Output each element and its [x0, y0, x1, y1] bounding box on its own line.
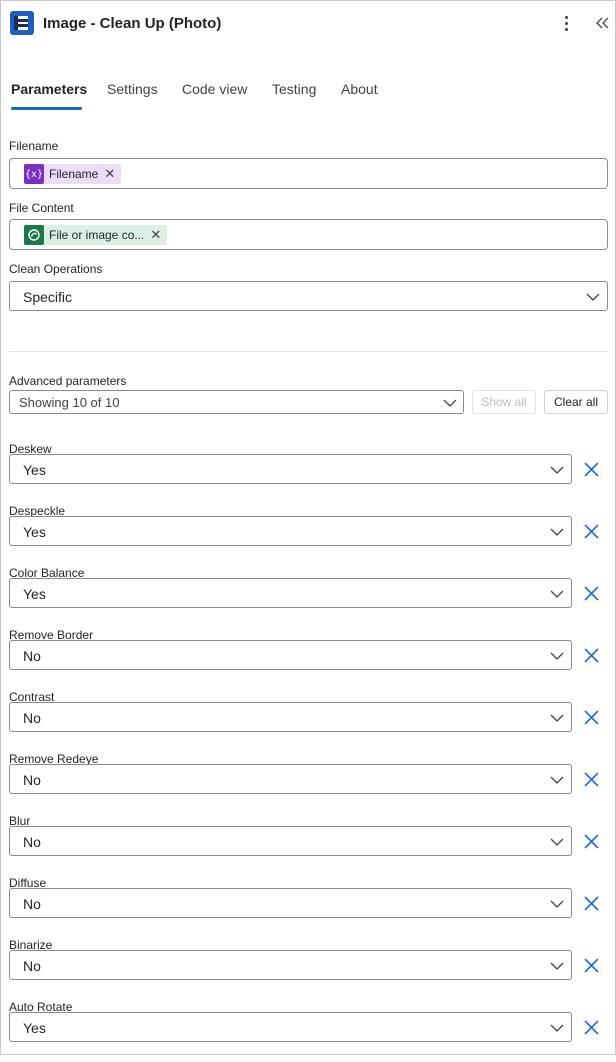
remove-parameter-icon[interactable] [583, 709, 600, 726]
show-all-button[interactable]: Show all [472, 390, 536, 414]
panel-header: Image - Clean Up (Photo) [1, 1, 615, 47]
tab-bar: Parameters Settings Code view Testing Ab… [11, 81, 607, 115]
parameter-row: Binarize No [1, 938, 615, 1000]
parameter-dropdown[interactable]: No [9, 764, 572, 794]
active-tab-indicator [11, 107, 82, 110]
parameter-row: Diffuse No [1, 876, 615, 938]
chevron-down-icon [550, 776, 564, 784]
parameter-row: Remove Border No [1, 628, 615, 690]
parameter-dropdown[interactable]: Yes [9, 454, 572, 484]
filename-label: Filename [9, 139, 59, 153]
parameter-dropdown[interactable]: No [9, 950, 572, 980]
filename-token[interactable]: {x} Filename ✕ [24, 164, 122, 184]
remove-parameter-icon[interactable] [583, 1019, 600, 1036]
tab-settings[interactable]: Settings [107, 81, 158, 97]
close-icon[interactable]: ✕ [150, 227, 167, 243]
remove-parameter-icon[interactable] [583, 771, 600, 788]
clean-operations-dropdown[interactable]: Specific [9, 281, 608, 311]
parameter-dropdown[interactable]: No [9, 702, 572, 732]
remove-parameter-icon[interactable] [583, 895, 600, 912]
close-icon[interactable]: ✕ [104, 166, 121, 182]
parameter-dropdown[interactable]: Yes [9, 578, 572, 608]
clear-all-button[interactable]: Clear all [544, 390, 608, 414]
remove-parameter-icon[interactable] [583, 523, 600, 540]
file-content-label: File Content [9, 201, 74, 215]
parameter-dropdown[interactable]: No [9, 888, 572, 918]
encodian-logo-icon [10, 11, 34, 35]
clean-operations-label: Clean Operations [9, 262, 103, 276]
parameter-row: Color Balance Yes [1, 566, 615, 628]
chevron-down-icon [586, 293, 600, 301]
panel-title: Image - Clean Up (Photo) [43, 15, 222, 32]
chevron-down-icon [550, 838, 564, 846]
parameter-value: Yes [23, 524, 46, 540]
chevron-down-icon [550, 652, 564, 660]
parameter-value: No [23, 896, 41, 912]
action-panel: Image - Clean Up (Photo) Parameters Sett… [0, 0, 616, 1055]
advanced-parameters-label: Advanced parameters [9, 374, 127, 388]
parameter-value: No [23, 648, 41, 664]
file-content-field[interactable]: File or image co... ✕ [9, 219, 608, 250]
tab-testing[interactable]: Testing [272, 81, 316, 97]
chevron-down-icon [550, 714, 564, 722]
remove-parameter-icon[interactable] [583, 833, 600, 850]
parameter-row: Auto Rotate Yes [1, 1000, 615, 1062]
chevron-down-icon [550, 1024, 564, 1032]
parameter-row: Deskew Yes [1, 442, 615, 504]
double-chevron-left-icon[interactable] [593, 12, 613, 34]
parameter-dropdown[interactable]: No [9, 826, 572, 856]
section-divider [9, 351, 608, 352]
tab-code-view[interactable]: Code view [182, 81, 247, 97]
file-content-token[interactable]: File or image co... ✕ [24, 225, 168, 245]
sharepoint-connector-icon [24, 225, 44, 245]
parameter-row: Contrast No [1, 690, 615, 752]
remove-parameter-icon[interactable] [583, 647, 600, 664]
filename-field[interactable]: {x} Filename ✕ [9, 158, 608, 189]
parameter-value: No [23, 958, 41, 974]
variable-icon: {x} [24, 164, 44, 184]
advanced-parameters-selector[interactable]: Showing 10 of 10 [9, 390, 464, 414]
clean-operations-value: Specific [23, 289, 73, 305]
parameter-dropdown[interactable]: Yes [9, 1012, 572, 1042]
remove-parameter-icon[interactable] [583, 957, 600, 974]
parameter-value: Yes [23, 462, 46, 478]
parameter-value: Yes [23, 586, 46, 602]
parameter-value: Yes [23, 1020, 46, 1036]
chevron-down-icon [550, 900, 564, 908]
more-vertical-icon[interactable] [557, 12, 577, 34]
chevron-down-icon [443, 399, 457, 407]
parameter-dropdown[interactable]: No [9, 640, 572, 670]
parameter-dropdown[interactable]: Yes [9, 516, 572, 546]
remove-parameter-icon[interactable] [583, 461, 600, 478]
chevron-down-icon [550, 466, 564, 474]
chevron-down-icon [550, 962, 564, 970]
remove-parameter-icon[interactable] [583, 585, 600, 602]
chevron-down-icon [550, 528, 564, 536]
advanced-selector-value: Showing 10 of 10 [19, 395, 120, 410]
parameter-value: No [23, 834, 41, 850]
parameter-value: No [23, 710, 41, 726]
tab-parameters[interactable]: Parameters [11, 81, 87, 97]
chevron-down-icon [550, 590, 564, 598]
parameter-row: Despeckle Yes [1, 504, 615, 566]
parameter-row: Blur No [1, 814, 615, 876]
parameter-value: No [23, 772, 41, 788]
filename-token-text: Filename [49, 167, 99, 181]
file-content-token-text: File or image co... [49, 228, 145, 242]
parameter-row: Remove Redeye No [1, 752, 615, 814]
tab-about[interactable]: About [341, 81, 378, 97]
